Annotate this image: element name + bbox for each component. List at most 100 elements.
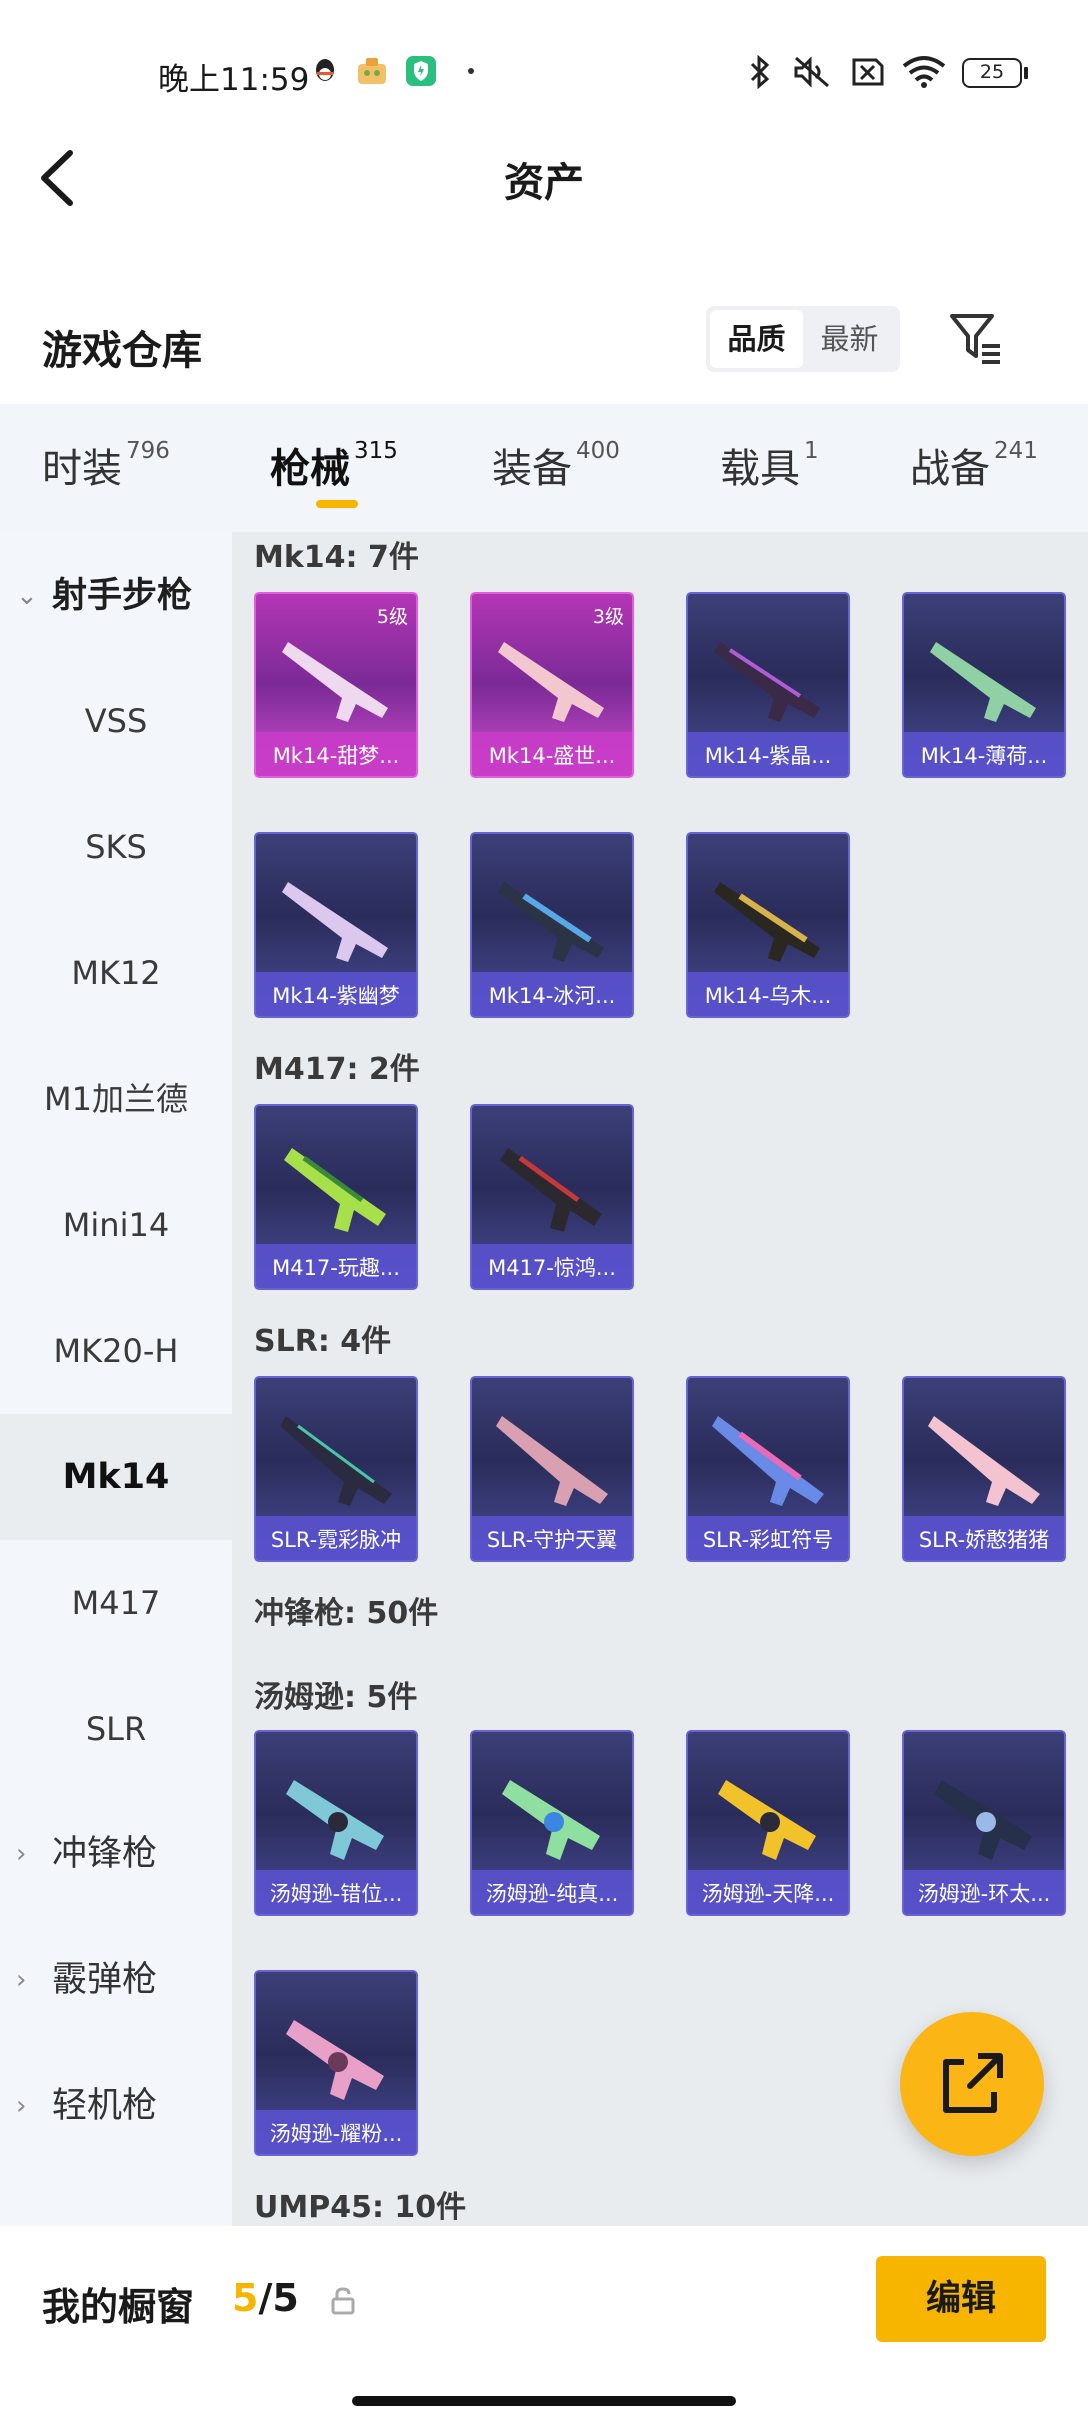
- security-icon: [406, 56, 436, 86]
- sim-icon: [846, 54, 886, 90]
- weapon-sidebar: ⌄ 射手步枪 VSS SKS MK12 M1加兰德 Mini14 MK20-H …: [0, 532, 232, 2226]
- skin-card[interactable]: Mk14-乌木...: [686, 832, 850, 1018]
- notification-dot: [468, 68, 474, 74]
- skin-card[interactable]: 汤姆逊-耀粉...: [254, 1970, 418, 2156]
- sort-option-latest[interactable]: 最新: [803, 310, 896, 368]
- rifle-icon: [498, 642, 604, 722]
- smg-icon: [286, 2020, 384, 2100]
- skin-card[interactable]: SLR-霓彩脉冲: [254, 1376, 418, 1562]
- skin-card[interactable]: SLR-彩虹符号: [686, 1376, 850, 1562]
- sidebar-group-marksman[interactable]: ⌄ 射手步枪: [0, 556, 232, 636]
- sort-toggle: 品质 最新: [706, 306, 900, 372]
- chevron-down-icon: ⌄: [16, 581, 38, 611]
- rifle-icon: [496, 1416, 608, 1506]
- page-title: 资产: [504, 160, 584, 206]
- sidebar-item-m417[interactable]: M417: [0, 1540, 232, 1666]
- smg-icon: [718, 1780, 816, 1860]
- skin-name: SLR-彩虹符号: [702, 1528, 834, 1552]
- tab-count: 400: [576, 438, 620, 464]
- lock-icon: [330, 2286, 356, 2316]
- skin-card[interactable]: Mk14-冰河...: [470, 832, 634, 1018]
- smg-icon: [934, 1780, 1032, 1860]
- skin-card[interactable]: 5级 Mk14-甜梦...: [254, 592, 418, 778]
- tab-count: 1: [804, 438, 819, 464]
- group-title: UMP45: 10件: [254, 2190, 467, 2225]
- showcase-count-total: /5: [258, 2276, 299, 2320]
- tab-fashion[interactable]: 时装 796: [42, 436, 170, 496]
- sort-option-quality[interactable]: 品质: [710, 310, 803, 368]
- app-icon: [356, 56, 386, 86]
- skin-card[interactable]: 汤姆逊-错位...: [254, 1730, 418, 1916]
- showcase-count-current: 5: [232, 2276, 259, 2320]
- battery-tip: [1024, 67, 1028, 79]
- showcase-bar: 我的橱窗 5/5 编辑: [0, 2226, 1088, 2417]
- mute-icon: [790, 54, 834, 90]
- skin-name: Mk14-薄荷...: [920, 744, 1048, 768]
- sidebar-group-lmg[interactable]: › 轻机枪: [0, 2066, 232, 2146]
- skin-name: Mk14-甜梦...: [272, 744, 400, 768]
- skin-card[interactable]: M417-惊鸿...: [470, 1104, 634, 1290]
- skin-card[interactable]: 汤姆逊-天降...: [686, 1730, 850, 1916]
- skin-card[interactable]: Mk14-紫幽梦: [254, 832, 418, 1018]
- home-indicator[interactable]: [352, 2396, 736, 2406]
- bluetooth-icon: [748, 54, 772, 90]
- filter-button[interactable]: [946, 308, 1006, 368]
- edit-button[interactable]: 编辑: [876, 2256, 1046, 2342]
- skin-card[interactable]: M417-玩趣...: [254, 1104, 418, 1290]
- skin-card[interactable]: 汤姆逊-环太...: [902, 1730, 1066, 1916]
- category-tabs: 时装 796 枪械 315 装备 400 载具 1 战备 241: [0, 404, 1088, 532]
- tab-label: 载具: [720, 446, 800, 492]
- skin-name: 汤姆逊-错位...: [269, 1882, 403, 1906]
- sidebar-item-mk12[interactable]: MK12: [0, 910, 232, 1036]
- skin-name: SLR-守护天翼: [486, 1528, 618, 1552]
- sidebar-item-vss[interactable]: VSS: [0, 658, 232, 784]
- sidebar-item-sks[interactable]: SKS: [0, 784, 232, 910]
- rifle-icon: [714, 642, 820, 722]
- skin-name: Mk14-紫幽梦: [272, 984, 400, 1008]
- rifle-icon: [284, 1148, 386, 1232]
- chevron-right-icon: ›: [16, 2091, 27, 2121]
- rifle-icon: [500, 1148, 602, 1232]
- sidebar-item-mini14[interactable]: Mini14: [0, 1162, 232, 1288]
- smg-icon: [286, 1780, 384, 1860]
- section-title: 游戏仓库: [42, 328, 202, 374]
- sidebar-group-shotgun[interactable]: › 霰弹枪: [0, 1940, 232, 2020]
- skin-name: 汤姆逊-耀粉...: [269, 2122, 403, 2146]
- rifle-icon: [714, 882, 820, 962]
- rifle-icon: [280, 1416, 392, 1506]
- skin-card[interactable]: Mk14-薄荷...: [902, 592, 1066, 778]
- sidebar-item-mk20h[interactable]: MK20-H: [0, 1288, 232, 1414]
- skin-card[interactable]: Mk14-紫晶...: [686, 592, 850, 778]
- skin-name: SLR-娇憨猪猪: [918, 1528, 1050, 1552]
- sidebar-item-m1-garand[interactable]: M1加兰德: [0, 1036, 232, 1162]
- skin-card[interactable]: 3级 Mk14-盛世...: [470, 592, 634, 778]
- skin-card[interactable]: SLR-守护天翼: [470, 1376, 634, 1562]
- group-title: M417: 2件: [254, 1052, 420, 1087]
- weapon-grid[interactable]: Mk14: 7件 5级 Mk14-甜梦... 3级 Mk14-盛世... Mk1…: [232, 532, 1088, 2226]
- rifle-icon: [282, 642, 388, 722]
- sidebar-item-slr[interactable]: SLR: [0, 1666, 232, 1792]
- battery-indicator: 25: [962, 58, 1022, 88]
- tab-count: 241: [994, 438, 1038, 464]
- tab-equipment[interactable]: 装备 400: [492, 436, 620, 496]
- status-time: 晚上11:59: [158, 62, 310, 98]
- filter-icon: [950, 314, 1000, 364]
- share-fab[interactable]: [900, 2012, 1044, 2156]
- skin-name: Mk14-盛世...: [488, 744, 616, 768]
- sidebar-group-smg[interactable]: › 冲锋枪: [0, 1814, 232, 1894]
- sidebar-item-mk14[interactable]: Mk14: [0, 1414, 232, 1540]
- group-title: 汤姆逊: 5件: [254, 1680, 418, 1715]
- skin-card[interactable]: SLR-娇憨猪猪: [902, 1376, 1066, 1562]
- tab-count: 796: [126, 438, 170, 464]
- rifle-icon: [928, 1416, 1040, 1506]
- rifle-icon: [282, 882, 388, 962]
- wifi-icon: [900, 54, 948, 90]
- skin-name: M417-玩趣...: [272, 1256, 400, 1280]
- tab-firearms[interactable]: 枪械 315: [270, 436, 398, 496]
- rifle-icon: [712, 1416, 824, 1506]
- chevron-right-icon: ›: [16, 1965, 27, 1995]
- tab-battle-gear[interactable]: 战备 241: [910, 436, 1038, 496]
- tab-vehicles[interactable]: 载具 1: [720, 436, 819, 496]
- sidebar-group-label: 射手步枪: [52, 576, 193, 616]
- skin-card[interactable]: 汤姆逊-纯真...: [470, 1730, 634, 1916]
